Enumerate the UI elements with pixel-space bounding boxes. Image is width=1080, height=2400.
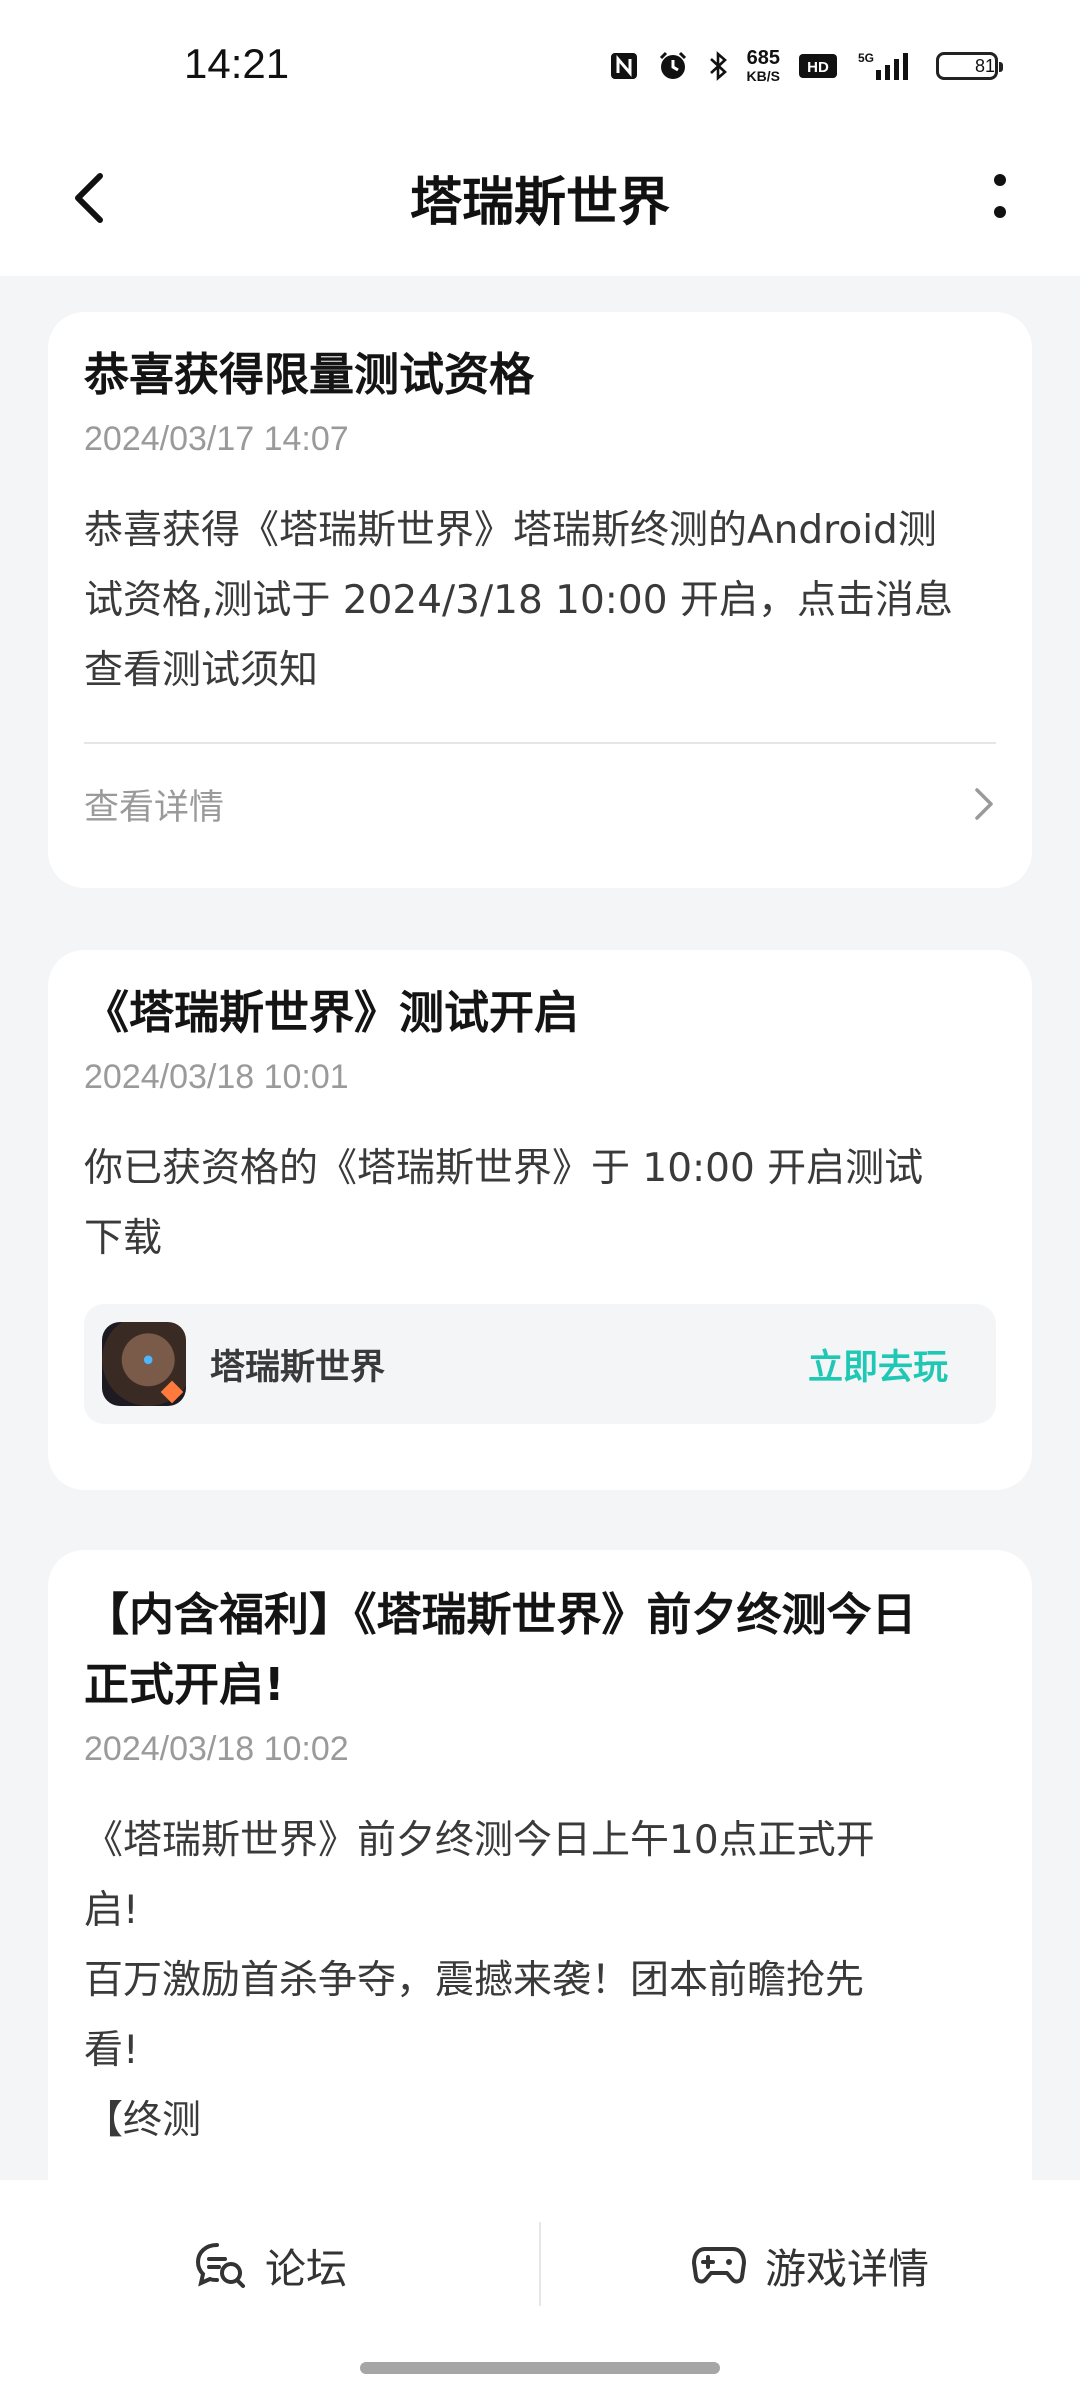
message-body: 你已获资格的《塔瑞斯世界》于 10:00 开启测试 下载 [84,1146,924,1261]
home-indicator[interactable] [360,2362,720,2374]
chevron-right-icon [975,788,993,820]
message-title: 【内含福利】《塔瑞斯世界》前夕终测今日 正式开启! [84,1588,917,1711]
header: 塔瑞斯世界 [0,130,1080,276]
tab-forum[interactable]: 论坛 [0,2180,540,2350]
view-details-label: 查看详情 [84,787,225,828]
game-entry[interactable]: 塔瑞斯世界 立即去玩 [84,1304,996,1424]
message-date: 2024/03/18 10:02 [84,1730,349,1768]
message-body: 《塔瑞斯世界》前夕终测今日上午10点正式开 启! 百万激励首杀争夺，震撼来袭！团… [84,1818,875,2143]
tab-forum-label: 论坛 [265,2245,347,2293]
play-now-button[interactable]: 立即去玩 [808,1339,948,1390]
more-vertical-icon [994,174,1006,218]
status-bar: 14:21 685 KB/S HD 5G 81 [0,0,1080,130]
game-app-icon [102,1322,186,1406]
bluetooth-icon [707,50,729,82]
message-card[interactable]: 【内含福利】《塔瑞斯世界》前夕终测今日 正式开启! 2024/03/18 10:… [48,1550,1032,2250]
game-name: 塔瑞斯世界 [210,1347,386,1388]
status-time: 14:21 [184,40,290,87]
message-body: 恭喜获得《塔瑞斯世界》塔瑞斯终测的Android测 试资格,测试于 2024/3… [84,508,953,693]
net-speed-value: 685 [746,47,780,69]
message-date: 2024/03/18 10:01 [84,1058,349,1096]
hd-icon: HD [798,52,838,80]
status-icons: 685 KB/S HD 5G 81 [609,48,1003,84]
svg-text:HD: HD [807,59,829,76]
5g-signal-icon: 5G [856,50,918,82]
message-card[interactable]: 《塔瑞斯世界》测试开启 2024/03/18 10:01 你已获资格的《塔瑞斯世… [48,950,1032,1490]
message-date: 2024/03/17 14:07 [84,420,349,458]
more-button[interactable] [960,158,1040,238]
message-card[interactable]: 恭喜获得限量测试资格 2024/03/17 14:07 恭喜获得《塔瑞斯世界》塔… [48,312,1032,888]
net-speed-unit: KB/S [746,68,780,84]
message-title: 恭喜获得限量测试资格 [84,348,535,401]
message-title: 《塔瑞斯世界》测试开启 [84,986,580,1039]
net-speed: 685 KB/S [747,48,780,84]
battery-icon: 81 [936,52,1003,80]
tab-game-details-label: 游戏详情 [765,2245,929,2293]
page-title: 塔瑞斯世界 [409,173,670,233]
forum-chat-icon [195,2243,245,2288]
tab-game-details[interactable]: 游戏详情 [540,2180,1080,2350]
battery-level: 81 [974,55,995,76]
alarm-icon [657,50,689,82]
view-details-link[interactable]: 查看详情 [84,744,996,864]
nfc-icon [609,51,639,81]
gamepad-icon [692,2247,746,2284]
svg-text:5G: 5G [858,51,874,65]
